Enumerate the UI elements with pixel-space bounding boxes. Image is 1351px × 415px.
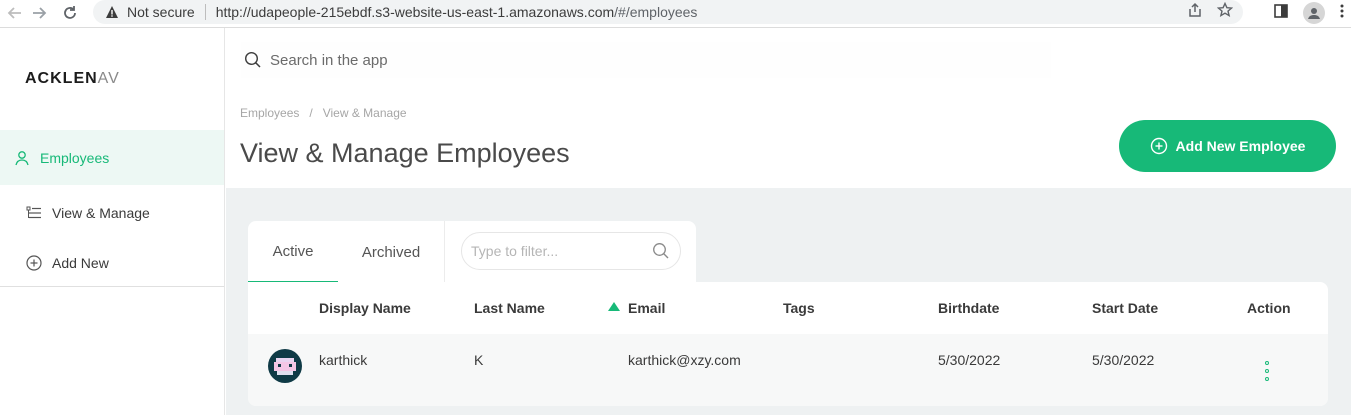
- search-icon: [244, 51, 262, 69]
- cell-birthdate: 5/30/2022: [938, 352, 1001, 368]
- sidebar-item-view-manage[interactable]: View & Manage: [0, 185, 224, 240]
- cell-last-name: K: [474, 352, 484, 368]
- sidebar-item-label: Employees: [40, 149, 110, 166]
- tabs-bar: Active Archived Type to filter...: [248, 221, 696, 283]
- employees-table: Display Name Last Name Email Tags Birthd…: [248, 282, 1328, 406]
- filter-input[interactable]: Type to filter...: [461, 232, 681, 270]
- row-actions-menu-icon[interactable]: [1263, 361, 1271, 381]
- sort-ascending-icon[interactable]: [608, 302, 620, 311]
- reload-button[interactable]: [55, 2, 85, 24]
- security-label: Not secure: [127, 4, 195, 20]
- arrow-left-icon: [7, 7, 21, 19]
- search-icon: [652, 242, 670, 260]
- cell-start-date: 5/30/2022: [1092, 352, 1155, 368]
- sidebar-divider: [0, 286, 224, 287]
- reload-icon: [64, 6, 76, 19]
- share-icon[interactable]: [1187, 2, 1203, 23]
- page-title: View & Manage Employees: [240, 138, 570, 168]
- list-icon: [24, 203, 44, 223]
- table-row[interactable]: karthick K karthick@xzy.com 5/30/2022 5/…: [248, 334, 1328, 406]
- breadcrumb-separator: /: [309, 106, 313, 120]
- column-email[interactable]: Email: [628, 282, 665, 334]
- main-content: Active Archived Type to filter... Displa…: [226, 188, 1351, 415]
- add-button-label: Add New Employee: [1175, 138, 1306, 154]
- tab-archived[interactable]: Archived: [338, 221, 444, 283]
- star-icon[interactable]: [1216, 1, 1234, 23]
- add-new-employee-button[interactable]: Add New Employee: [1119, 120, 1336, 172]
- sidebar-item-label: View & Manage: [52, 204, 150, 221]
- search-placeholder: Search in the app: [270, 51, 388, 69]
- filter-placeholder: Type to filter...: [471, 243, 559, 259]
- url-hash: /#/employees: [614, 4, 698, 20]
- column-birthdate[interactable]: Birthdate: [938, 282, 999, 334]
- breadcrumb: Employees / View & Manage: [240, 106, 407, 120]
- address-divider: [204, 4, 206, 20]
- sidebar: ACKLENAV Employees View & Manage Add New: [0, 28, 225, 415]
- sidebar-item-add-new[interactable]: Add New: [0, 235, 224, 290]
- plus-circle-icon: [24, 253, 44, 273]
- arrow-right-icon: [33, 7, 47, 19]
- warning-icon: [106, 6, 118, 18]
- logo-fade: AV: [97, 70, 120, 87]
- avatar: [268, 349, 302, 383]
- column-start-date[interactable]: Start Date: [1092, 282, 1158, 334]
- tab-active[interactable]: Active: [248, 221, 338, 283]
- breadcrumb-employees[interactable]: Employees: [240, 106, 299, 120]
- breadcrumb-view-manage[interactable]: View & Manage: [323, 106, 407, 120]
- tab-divider: [444, 221, 445, 283]
- column-action: Action: [1247, 300, 1291, 316]
- side-panel-icon[interactable]: [1273, 3, 1289, 24]
- logo-bold: ACKLEN: [25, 70, 98, 87]
- column-tags[interactable]: Tags: [783, 282, 815, 334]
- cell-display-name: karthick: [319, 352, 368, 368]
- column-display-name[interactable]: Display Name: [319, 282, 411, 334]
- url-text: http://udapeople-215ebdf.s3-website-us-e…: [216, 4, 698, 20]
- security-indicator[interactable]: Not secure: [105, 4, 195, 20]
- logo[interactable]: ACKLENAV: [25, 70, 120, 88]
- more-menu-icon[interactable]: [1339, 3, 1345, 24]
- browser-toolbar: Not secure http://udapeople-215ebdf.s3-w…: [0, 0, 1351, 28]
- sidebar-item-label: Add New: [52, 254, 109, 271]
- url-main: http://udapeople-215ebdf.s3-website-us-e…: [215, 4, 615, 20]
- sidebar-item-employees[interactable]: Employees: [0, 130, 224, 185]
- search-input[interactable]: Search in the app: [241, 42, 1051, 78]
- address-bar[interactable]: Not secure http://udapeople-215ebdf.s3-w…: [93, 0, 1243, 24]
- page-header: Search in the app Employees / View & Manag…: [226, 28, 1351, 188]
- profile-icon[interactable]: [1303, 2, 1325, 24]
- table-header: Display Name Last Name Email Tags Birthd…: [248, 282, 1328, 334]
- forward-button[interactable]: [24, 2, 54, 24]
- person-icon: [12, 148, 32, 168]
- plus-circle-icon: [1150, 137, 1168, 155]
- cell-email: karthick@xzy.com: [628, 352, 741, 368]
- column-last-name[interactable]: Last Name: [474, 282, 545, 334]
